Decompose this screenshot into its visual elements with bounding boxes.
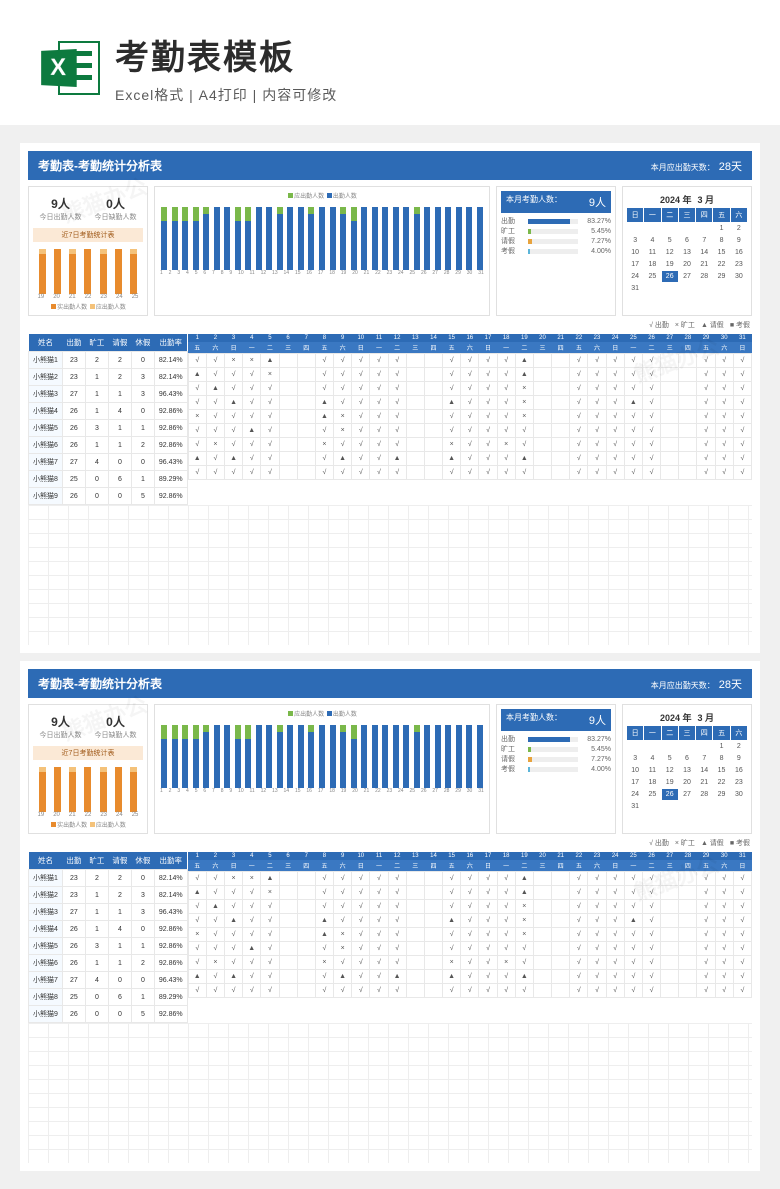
title-banner: 考勤表-考勤统计分析表 本月应出勤天数：28天 xyxy=(28,669,752,698)
kpi-card: 本月考勤人数：9人 出勤83.27%旷工5.45%请假7.27%考假4.00% xyxy=(496,704,616,834)
today-card: 9人今日出勤人数 0人今日缺勤人数 近7日考勤统计表 1920212223242… xyxy=(28,186,148,316)
attendance-table: 姓名出勤旷工请假休假出勤率小熊猫12322082.14%小熊猫22312382.… xyxy=(28,334,752,505)
sheet-title: 考勤表-考勤统计分析表 xyxy=(38,675,162,692)
work-days: 本月应出勤天数：28天 xyxy=(651,158,742,174)
sheet-title: 考勤表-考勤统计分析表 xyxy=(38,157,162,174)
today-card: 9人今日出勤人数 0人今日缺勤人数 近7日考勤统计表 1920212223242… xyxy=(28,704,148,834)
title-banner: 考勤表-考勤统计分析表 本月应出勤天数：28天 xyxy=(28,151,752,180)
empty-grid xyxy=(28,505,752,645)
attendance-table: 姓名出勤旷工请假休假出勤率小熊猫12322082.14%小熊猫22312382.… xyxy=(28,852,752,1023)
empty-grid xyxy=(28,1023,752,1163)
calendar-card: 2024 年3 月 日一二三四五六12345678910111213141516… xyxy=(622,704,752,834)
monthly-chart-card: 应出勤人数 出勤人数 12345678910111213141516171819… xyxy=(154,186,490,316)
page-header: X 考勤表模板 Excel格式 | A4打印 | 内容可修改 xyxy=(0,0,780,125)
template-title: 考勤表模板 xyxy=(115,30,337,79)
spreadsheet-preview: 熊猫办公 熊猫办公 考勤表-考勤统计分析表 本月应出勤天数：28天 9人今日出勤… xyxy=(20,143,760,653)
spreadsheet-preview: 熊猫办公 熊猫办公 考勤表-考勤统计分析表 本月应出勤天数：28天 9人今日出勤… xyxy=(20,661,760,1171)
mini-chart-title: 近7日考勤统计表 xyxy=(33,228,143,242)
seven-day-chart xyxy=(33,244,143,294)
mark-legend: √ 出勤× 旷工▲ 请假■ 考假 xyxy=(28,316,752,334)
preview-area: 熊猫办公 熊猫办公 考勤表-考勤统计分析表 本月应出勤天数：28天 9人今日出勤… xyxy=(0,125,780,1189)
monthly-chart-card: 应出勤人数 出勤人数 12345678910111213141516171819… xyxy=(154,704,490,834)
monthly-chart xyxy=(159,200,485,270)
monthly-chart xyxy=(159,718,485,788)
template-subtitle: Excel格式 | A4打印 | 内容可修改 xyxy=(115,85,337,105)
mark-legend: √ 出勤× 旷工▲ 请假■ 考假 xyxy=(28,834,752,852)
work-days: 本月应出勤天数：28天 xyxy=(651,676,742,692)
excel-icon: X xyxy=(40,38,100,98)
mini-chart-title: 近7日考勤统计表 xyxy=(33,746,143,760)
seven-day-chart xyxy=(33,762,143,812)
kpi-card: 本月考勤人数：9人 出勤83.27%旷工5.45%请假7.27%考假4.00% xyxy=(496,186,616,316)
calendar-card: 2024 年3 月 日一二三四五六12345678910111213141516… xyxy=(622,186,752,316)
